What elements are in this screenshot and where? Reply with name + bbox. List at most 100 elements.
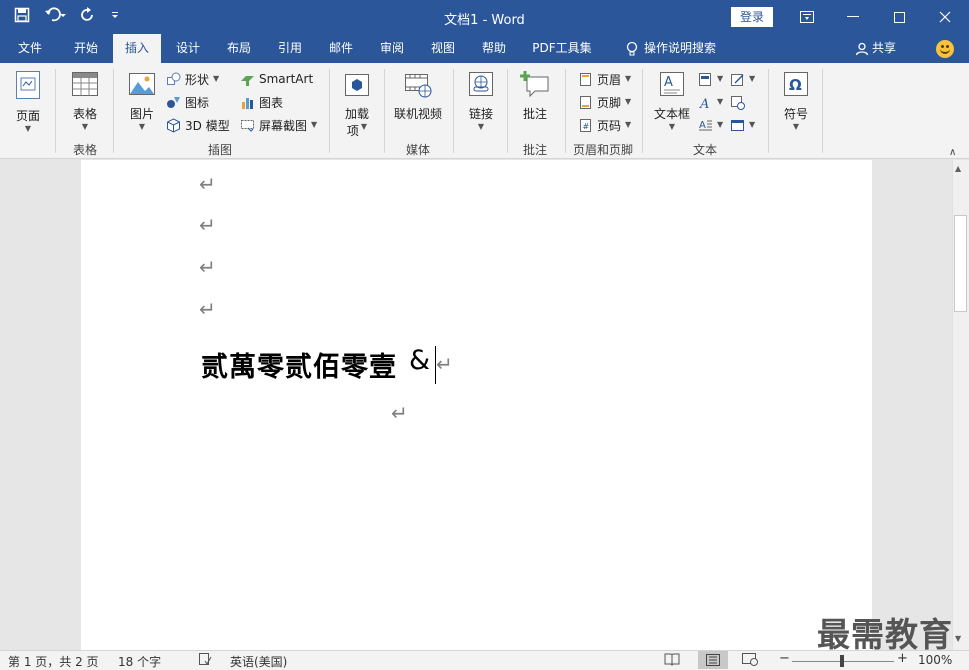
person-icon [855,42,869,55]
scroll-down-icon[interactable]: ▼ [955,634,961,643]
footer-button[interactable]: 页脚 ▼ [578,92,631,112]
quick-parts-button[interactable]: ▼ [698,69,723,89]
zoom-level[interactable]: 100% [918,653,952,667]
chevron-down-icon: ▼ [625,97,632,106]
drop-cap-button[interactable]: A ▼ [698,115,723,135]
object-button[interactable]: ▼ [730,115,755,135]
print-layout-icon[interactable] [698,651,728,669]
chevron-down-icon: ▼ [477,122,485,131]
media-group-label: 媒体 [405,143,430,157]
chevron-down-icon: ▼ [311,120,318,129]
maximize-icon[interactable] [876,0,922,34]
object-icon [731,119,744,131]
screenshot-label: 屏幕截图 [259,118,308,133]
bar-chart-icon [242,97,253,109]
links-label: 链接 [468,107,493,121]
screenshot-button[interactable]: 屏幕截图 ▼ [240,115,317,135]
tell-me-search[interactable]: 操作说明搜索 [616,34,726,63]
chevron-down-icon: ▼ [668,122,676,131]
links-button[interactable]: 链接 ▼ [462,69,500,132]
title-bar: 文档1 - Word 登录 [0,0,969,34]
zoom-out-button[interactable]: − [779,651,790,666]
wordart-icon: A [699,97,709,110]
icons-label: 图标 [185,95,210,110]
tab-design[interactable]: 设计 [164,34,212,63]
chevron-down-icon: ▼ [749,74,756,83]
add-ins-button[interactable]: 加载 项 ▼ [338,69,376,139]
minimize-icon[interactable] [830,0,876,34]
scroll-up-icon[interactable]: ▲ [955,164,961,173]
new-comment-button[interactable]: 批注 [515,69,555,122]
word-count-status[interactable]: 18 个字 [118,653,161,670]
shapes-button[interactable]: 形状 ▼ [166,69,219,89]
chart-button[interactable]: 图表 [240,92,283,112]
page-number-button[interactable]: # 页码 ▼ [578,115,631,135]
zoom-slider-handle[interactable] [840,655,844,667]
chevron-down-icon: ▼ [24,124,32,133]
tab-mailings[interactable]: 邮件 [317,34,365,63]
tab-file[interactable]: 文件 [8,34,52,63]
drop-cap-icon: A [699,120,712,131]
tab-help[interactable]: 帮助 [470,34,518,63]
picture-icon [129,73,155,95]
group-separator [55,69,56,153]
date-time-button[interactable] [730,92,745,112]
proofing-icon[interactable] [198,652,212,669]
page-count-status[interactable]: 第 1 页，共 2 页 [8,653,99,670]
document-main-text: 贰萬零贰佰零壹 [201,352,397,383]
read-mode-icon[interactable] [664,652,680,669]
pages-button[interactable]: 页面 ▼ [8,69,48,134]
header-button[interactable]: 页眉 ▼ [578,69,631,89]
group-separator [822,69,823,153]
comment-icon [520,71,549,98]
close-icon[interactable] [922,0,968,34]
language-status[interactable]: 英语(美国) [230,653,287,670]
group-separator [768,69,769,153]
symbol-button[interactable]: Ω 符号 ▼ [778,69,814,132]
online-video-button[interactable]: 联机视频 [390,69,446,122]
chevron-down-icon: ▼ [717,120,724,129]
cube-icon [167,117,180,133]
ribbon: 页面 ▼ 表格 ▼ 表格 图片 ▼ 形状 ▼ 图标 3D 模型 SmartArt… [0,63,969,159]
table-label: 表格 [72,107,97,121]
tab-references[interactable]: 引用 [266,34,314,63]
picture-label: 图片 [129,107,154,121]
page-number-label: 页码 [597,118,622,133]
svg-text:#: # [583,122,590,131]
ribbon-display-options-icon[interactable] [784,0,830,34]
icons-button[interactable]: 图标 [166,92,209,112]
illustrations-group-label: 插图 [207,143,232,157]
tab-view[interactable]: 视图 [419,34,467,63]
svg-text:A: A [699,120,706,131]
footer-icon [580,95,591,109]
page-number-icon: # [580,118,591,132]
share-button[interactable]: 共享 [855,34,896,63]
tab-layout[interactable]: 布局 [215,34,263,63]
tab-insert[interactable]: 插入 [113,34,161,63]
header-icon [580,72,591,86]
table-button[interactable]: 表格 ▼ [64,69,106,132]
add-ins-line2: 项 ▼ [338,122,376,139]
online-video-icon [405,74,432,98]
paragraph-mark: ↵ [199,297,216,321]
chevron-down-icon: ▼ [625,74,632,83]
login-button[interactable]: 登录 [731,7,773,27]
comments-group-label: 批注 [522,143,547,157]
text-box-button[interactable]: A 文本框 ▼ [650,69,694,132]
tab-home[interactable]: 开始 [62,34,110,63]
tab-review[interactable]: 审阅 [368,34,416,63]
chevron-down-icon: ▼ [81,122,89,131]
picture-button[interactable]: 图片 ▼ [122,69,162,132]
web-layout-icon[interactable] [742,652,758,669]
add-ins-label-line1: 加载 [344,107,369,121]
zoom-in-button[interactable]: + [897,651,908,666]
wordart-button[interactable]: A ▼ [698,92,723,112]
tell-me-label: 操作说明搜索 [643,41,716,55]
3d-model-button[interactable]: 3D 模型 [166,115,230,135]
signature-line-button[interactable]: ▼ [730,69,755,89]
tab-pdf-tools[interactable]: PDF工具集 [523,34,601,63]
scrollbar-thumb[interactable] [954,215,967,312]
smiley-feedback-icon[interactable] [936,40,954,58]
collapse-ribbon-icon[interactable]: ∧ [949,147,956,158]
smartart-button[interactable]: SmartArt [240,69,313,89]
